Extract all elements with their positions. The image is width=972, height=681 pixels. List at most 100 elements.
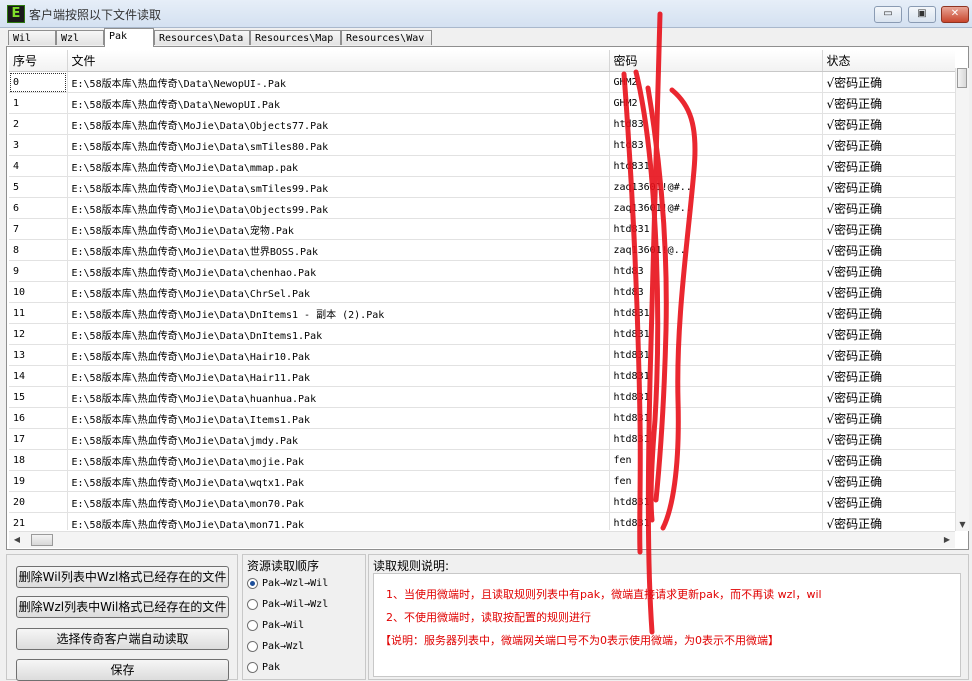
column-header-file[interactable]: 文件 (67, 50, 610, 72)
cell-password: htd831 (609, 218, 823, 240)
table-row[interactable]: 18 E:\58版本库\热血传奇\MoJie\Data\mojie.Pak fen √… (9, 449, 955, 471)
cell-file: E:\58版本库\热血传奇\Data\NewopUI.Pak (67, 92, 610, 114)
resource-order-title: 资源读取顺序 (247, 559, 320, 573)
table-row[interactable]: 17 E:\58版本库\热血传奇\MoJie\Data\jmdy.Pak htd83… (9, 428, 955, 450)
table-row[interactable]: 6 E:\58版本库\热血传奇\MoJie\Data\Objects99.Pak z… (9, 197, 955, 219)
cell-file: E:\58版本库\热血传奇\MoJie\Data\huanhua.Pak (67, 386, 610, 408)
resource-order-option-label: Pak→Wil→Wzl (262, 599, 329, 610)
cell-file: E:\58版本库\热血传奇\MoJie\Data\smTiles99.Pak (67, 176, 610, 198)
table-row[interactable]: 13 E:\58版本库\热血传奇\MoJie\Data\Hair10.Pak htd… (9, 344, 955, 366)
table-row[interactable]: 20 E:\58版本库\热血传奇\MoJie\Data\mon70.Pak htd8… (9, 491, 955, 513)
horizontal-scroll-thumb[interactable] (31, 534, 53, 546)
delete-wil-duplicates-button[interactable]: 删除Wil列表中Wzl格式已经存在的文件 (16, 566, 229, 588)
table-row[interactable]: 12 E:\58版本库\热血传奇\MoJie\Data\DnItems1.Pak h… (9, 323, 955, 345)
horizontal-scrollbar[interactable]: ◀ ▶ (9, 531, 955, 548)
scroll-down-arrow-icon[interactable]: ▼ (956, 519, 969, 531)
resource-order-option[interactable]: Pak (247, 660, 280, 676)
column-header-status[interactable]: 状态 (822, 50, 955, 72)
tab-resources-wav[interactable]: Resources\Wav (341, 30, 432, 45)
cell-file: E:\58版本库\热血传奇\MoJie\Data\jmdy.Pak (67, 428, 610, 450)
tab-resources-data[interactable]: Resources\Data (154, 30, 250, 45)
action-button-group: 删除Wil列表中Wzl格式已经存在的文件 删除Wzl列表中Wil格式已经存在的文… (6, 554, 238, 681)
close-button[interactable]: ✕ (941, 6, 969, 23)
file-table: 序号 文件 密码 状态 0 E:\58版本库\热血传奇\Data\NewopUI-… (9, 50, 955, 530)
cell-status: √密码正确 (822, 302, 955, 324)
table-row[interactable]: 15 E:\58版本库\热血传奇\MoJie\Data\huanhua.Pak ht… (9, 386, 955, 408)
table-row[interactable]: 16 E:\58版本库\热血传奇\MoJie\Data\Items1.Pak htd… (9, 407, 955, 429)
radio-button-icon[interactable] (247, 640, 258, 652)
table-row[interactable]: 3 E:\58版本库\热血传奇\MoJie\Data\smTiles80.Pak h… (9, 134, 955, 156)
radio-button-icon[interactable] (247, 598, 258, 610)
table-row[interactable]: 8 E:\58版本库\热血传奇\MoJie\Data\世界BOSS.Pak zaq1… (9, 239, 955, 261)
vertical-scroll-thumb[interactable] (957, 68, 967, 88)
cell-index: 17 (9, 428, 68, 450)
radio-button-icon[interactable] (247, 619, 258, 631)
pak-panel: 序号 文件 密码 状态 0 E:\58版本库\热血传奇\Data\NewopUI-… (6, 46, 969, 550)
cell-password: htd83 (609, 281, 823, 303)
save-button[interactable]: 保存 (16, 659, 229, 681)
cell-status: √密码正确 (822, 71, 955, 93)
cell-index: 14 (9, 365, 68, 387)
table-row[interactable]: 19 E:\58版本库\热血传奇\MoJie\Data\wqtx1.Pak fen √… (9, 470, 955, 492)
radio-button-icon[interactable] (247, 661, 258, 673)
cell-password: htd831 (609, 323, 823, 345)
table-row[interactable]: 4 E:\58版本库\热血传奇\MoJie\Data\mmap.pak htd831… (9, 155, 955, 177)
delete-wzl-duplicates-button[interactable]: 删除Wzl列表中Wil格式已经存在的文件 (16, 596, 229, 618)
cell-file: E:\58版本库\热血传奇\MoJie\Data\mojie.Pak (67, 449, 610, 471)
cell-status: √密码正确 (822, 134, 955, 156)
cell-file: E:\58版本库\热血传奇\MoJie\Data\mon71.Pak (67, 512, 610, 530)
maximize-icon: ▣ (917, 8, 927, 19)
cell-password: htd831 (609, 365, 823, 387)
table-row[interactable]: 14 E:\58版本库\热血传奇\MoJie\Data\Hair11.Pak htd… (9, 365, 955, 387)
resource-order-option[interactable]: Pak→Wzl→Wil (247, 576, 328, 592)
scroll-right-arrow-icon[interactable]: ▶ (941, 534, 953, 546)
window-title: 客户端按照以下文件读取 (29, 8, 162, 22)
table-row[interactable]: 1 E:\58版本库\热血传奇\Data\NewopUI.Pak GHM2 √密码正确 (9, 92, 955, 114)
cell-index: 19 (9, 470, 68, 492)
auto-read-client-button[interactable]: 选择传奇客户端自动读取 (16, 628, 229, 650)
column-header-password[interactable]: 密码 (609, 50, 823, 72)
cell-status: √密码正确 (822, 281, 955, 303)
table-row[interactable]: 2 E:\58版本库\热血传奇\MoJie\Data\Objects77.Pak h… (9, 113, 955, 135)
tab-wzl[interactable]: Wzl (56, 30, 104, 45)
table-row[interactable]: 7 E:\58版本库\热血传奇\MoJie\Data\宠物.Pak htd831 √密… (9, 218, 955, 240)
rule-line-2: 2、不使用微端时，读取按配置的规则进行 (386, 611, 591, 624)
resource-order-option[interactable]: Pak→Wzl (247, 639, 304, 655)
radio-button-icon[interactable] (247, 577, 258, 589)
tab-pak[interactable]: Pak (104, 28, 154, 47)
rule-line-1: 1、当使用微端时，且读取规则列表中有pak，微端直接请求更新pak，而不再读 w… (386, 588, 822, 601)
resource-order-group: 资源读取顺序 Pak→Wzl→Wil Pak→Wil→Wzl Pak→Wil Pak→… (242, 554, 366, 680)
cell-status: √密码正确 (822, 155, 955, 177)
maximize-button[interactable]: ▣ (908, 6, 936, 23)
column-header-index[interactable]: 序号 (9, 50, 68, 72)
cell-status: √密码正确 (822, 386, 955, 408)
cell-file: E:\58版本库\热血传奇\MoJie\Data\wqtx1.Pak (67, 470, 610, 492)
cell-password: htd831 (609, 407, 823, 429)
table-row[interactable]: 0 E:\58版本库\热血传奇\Data\NewopUI-.Pak GHM2 √密码正… (9, 71, 955, 93)
cell-file: E:\58版本库\热血传奇\MoJie\Data\Items1.Pak (67, 407, 610, 429)
table-row[interactable]: 5 E:\58版本库\热血传奇\MoJie\Data\smTiles99.Pak z… (9, 176, 955, 198)
cell-status: √密码正确 (822, 260, 955, 282)
table-row[interactable]: 11 E:\58版本库\热血传奇\MoJie\Data\DnItems1 - 副本… (9, 302, 955, 324)
table-row[interactable]: 21 E:\58版本库\热血传奇\MoJie\Data\mon71.Pak htd8… (9, 512, 955, 530)
minimize-button[interactable]: ▭ (874, 6, 902, 23)
table-header: 序号 文件 密码 状态 (9, 50, 955, 72)
cell-index: 3 (9, 134, 68, 156)
cell-status: √密码正确 (822, 491, 955, 513)
resource-order-option[interactable]: Pak→Wil→Wzl (247, 597, 328, 613)
tab-wil[interactable]: Wil (8, 30, 56, 45)
tab-resources-map[interactable]: Resources\Map (250, 30, 341, 45)
scroll-left-arrow-icon[interactable]: ◀ (11, 534, 23, 546)
cell-file: E:\58版本库\热血传奇\MoJie\Data\DnItems1 - 副本 (… (67, 302, 610, 324)
cell-index: 10 (9, 281, 68, 303)
vertical-scrollbar[interactable]: ▼ (955, 68, 969, 531)
table-row[interactable]: 10 E:\58版本库\热血传奇\MoJie\Data\ChrSel.Pak htd… (9, 281, 955, 303)
cell-password: htd831 (609, 512, 823, 530)
cell-password: htd831 (609, 302, 823, 324)
cell-status: √密码正确 (822, 218, 955, 240)
cell-index: 20 (9, 491, 68, 513)
resource-order-option[interactable]: Pak→Wil (247, 618, 304, 634)
cell-password: GHM2 (609, 71, 823, 93)
table-row[interactable]: 9 E:\58版本库\热血传奇\MoJie\Data\chenhao.Pak htd… (9, 260, 955, 282)
cell-index: 13 (9, 344, 68, 366)
